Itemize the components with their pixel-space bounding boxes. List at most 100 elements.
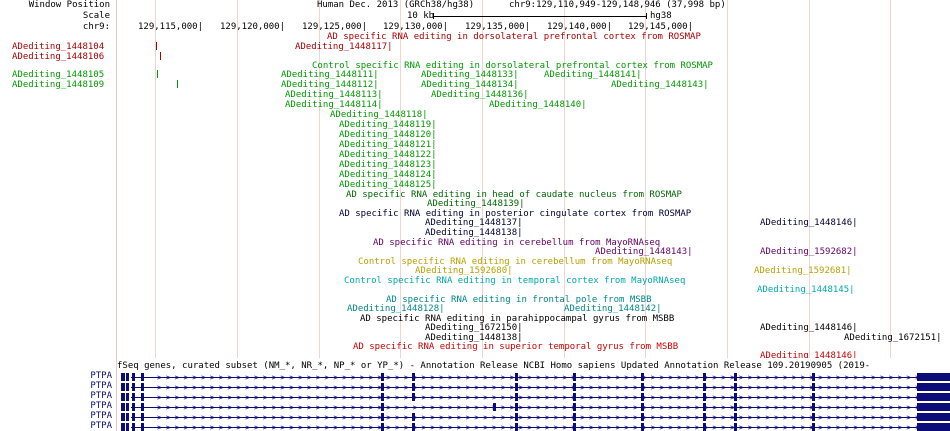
track-title-superior-temporal[interactable]: AD specific RNA editing in superior temp… [353, 342, 678, 352]
exon-block[interactable] [812, 393, 815, 401]
exon-block[interactable] [734, 403, 737, 411]
editing-site-label[interactable]: ADediting_1448125| [339, 180, 437, 190]
exon-block[interactable] [573, 373, 576, 381]
exon-block[interactable] [121, 413, 125, 421]
exon-block[interactable] [734, 373, 737, 381]
editing-site-label[interactable]: ADediting_1448138| [425, 228, 523, 238]
editing-site-label[interactable]: ADediting_1592682| [760, 247, 858, 257]
editing-site-label[interactable]: ADediting_1448119| [339, 120, 437, 130]
editing-site-label[interactable]: ADediting_1672151| [844, 333, 942, 343]
exon-block[interactable] [132, 413, 135, 421]
editing-site-marker[interactable] [156, 42, 157, 50]
exon-block[interactable] [381, 383, 384, 391]
editing-site-label[interactable]: ADediting_1592681| [754, 266, 852, 276]
exon-block[interactable] [126, 423, 129, 431]
editing-site-label[interactable]: ADediting_1448123| [339, 160, 437, 170]
exon-block[interactable] [132, 373, 135, 381]
exon-block[interactable] [126, 373, 129, 381]
exon-block[interactable] [812, 413, 815, 421]
gene-label[interactable]: PTPA [90, 371, 112, 381]
exon-block[interactable] [573, 403, 576, 411]
exon-block[interactable] [812, 373, 815, 381]
track-title-temporal[interactable]: Control specific RNA editing in temporal… [344, 276, 685, 286]
exon-block[interactable] [703, 423, 706, 431]
editing-site-marker[interactable] [177, 80, 178, 88]
editing-site-label[interactable]: ADediting_1448124| [339, 170, 437, 180]
exon-block[interactable] [573, 383, 576, 391]
editing-site-label[interactable]: ADediting_1448113| [285, 90, 383, 100]
exon-block[interactable] [121, 383, 125, 391]
exon-block[interactable] [573, 393, 576, 401]
exon-block[interactable] [641, 393, 644, 401]
editing-site-label[interactable]: ADediting_1448118| [330, 110, 428, 120]
gene-label[interactable]: PTPA [90, 381, 112, 391]
editing-site-label[interactable]: ADediting_1448122| [339, 150, 437, 160]
editing-site-label[interactable]: ADediting_1448146| [760, 218, 858, 228]
side-label-1448109[interactable]: ADediting_1448109 [12, 80, 104, 90]
side-label-1448105[interactable]: ADediting_1448105 [12, 70, 104, 80]
utr-block[interactable] [917, 383, 950, 391]
editing-site-label[interactable]: ADediting_1448141| [544, 70, 642, 80]
exon-block[interactable] [641, 413, 644, 421]
exon-block[interactable] [412, 383, 415, 391]
editing-site-label[interactable]: ADediting_1448133| [421, 70, 519, 80]
track-title-cerebellum-control[interactable]: Control specific RNA editing in cerebell… [358, 257, 672, 267]
exon-block[interactable] [703, 393, 706, 401]
exon-block[interactable] [141, 373, 144, 381]
exon-block[interactable] [132, 403, 135, 411]
exon-block[interactable] [141, 423, 144, 431]
gene-track-title[interactable]: fSeq genes, curated subset (NM_*, NR_*, … [117, 361, 870, 371]
utr-block[interactable] [917, 413, 950, 421]
exon-block[interactable] [812, 403, 815, 411]
exon-block[interactable] [412, 413, 415, 421]
editing-site-label[interactable]: ADediting_1448121| [339, 140, 437, 150]
utr-block[interactable] [917, 393, 950, 401]
utr-block[interactable] [917, 373, 950, 381]
exon-block[interactable] [141, 393, 144, 401]
exon-block[interactable] [812, 383, 815, 391]
editing-site-label[interactable]: ADediting_1448146| [760, 323, 858, 333]
exon-block[interactable] [734, 393, 737, 401]
exon-block[interactable] [812, 423, 815, 431]
exon-block[interactable] [703, 383, 706, 391]
exon-block[interactable] [132, 383, 135, 391]
editing-site-marker[interactable] [160, 52, 161, 60]
editing-site-label[interactable]: ADediting_1592680| [415, 266, 513, 276]
exon-block[interactable] [703, 413, 706, 421]
exon-block[interactable] [412, 373, 415, 381]
exon-block[interactable] [126, 413, 129, 421]
editing-site-label[interactable]: ADediting_1448145| [757, 285, 855, 295]
exon-block[interactable] [121, 373, 125, 381]
exon-block[interactable] [641, 403, 644, 411]
exon-block[interactable] [515, 393, 518, 401]
exon-block[interactable] [641, 423, 644, 431]
gene-label[interactable]: PTPA [90, 391, 112, 401]
utr-block[interactable] [917, 423, 950, 431]
exon-block[interactable] [515, 423, 518, 431]
editing-site-label[interactable]: ADediting_1448117| [295, 42, 393, 52]
exon-block[interactable] [121, 393, 125, 401]
editing-site-label[interactable]: ADediting_1448120| [339, 130, 437, 140]
exon-block[interactable] [493, 403, 496, 411]
editing-site-marker[interactable] [157, 70, 158, 78]
exon-block[interactable] [141, 413, 144, 421]
editing-site-label[interactable]: ADediting_1448134| [421, 80, 519, 90]
side-label-1448104[interactable]: ADediting_1448104 [12, 42, 104, 52]
exon-block[interactable] [141, 383, 144, 391]
editing-site-label[interactable]: ADediting_1672150| [425, 323, 523, 333]
gene-track[interactable]: fSeq genes, curated subset (NM_*, NR_*, … [117, 358, 950, 431]
gene-label[interactable]: PTPA [90, 401, 112, 411]
track-title-dlpfc-ad[interactable]: AD specific RNA editing in dorsolateral … [327, 32, 701, 42]
editing-site-label[interactable]: ADediting_1448112| [281, 80, 379, 90]
editing-site-label[interactable]: ADediting_1448114| [285, 100, 383, 110]
exon-block[interactable] [412, 423, 415, 431]
exon-block[interactable] [126, 393, 129, 401]
editing-site-label[interactable]: ADediting_1448128| [347, 304, 445, 314]
exon-block[interactable] [381, 373, 384, 381]
editing-site-label[interactable]: ADediting_1448142| [564, 304, 662, 314]
exon-block[interactable] [515, 413, 518, 421]
gene-label[interactable]: PTPA [90, 411, 112, 421]
utr-block[interactable] [917, 403, 950, 411]
exon-block[interactable] [132, 393, 135, 401]
exon-block[interactable] [515, 373, 518, 381]
